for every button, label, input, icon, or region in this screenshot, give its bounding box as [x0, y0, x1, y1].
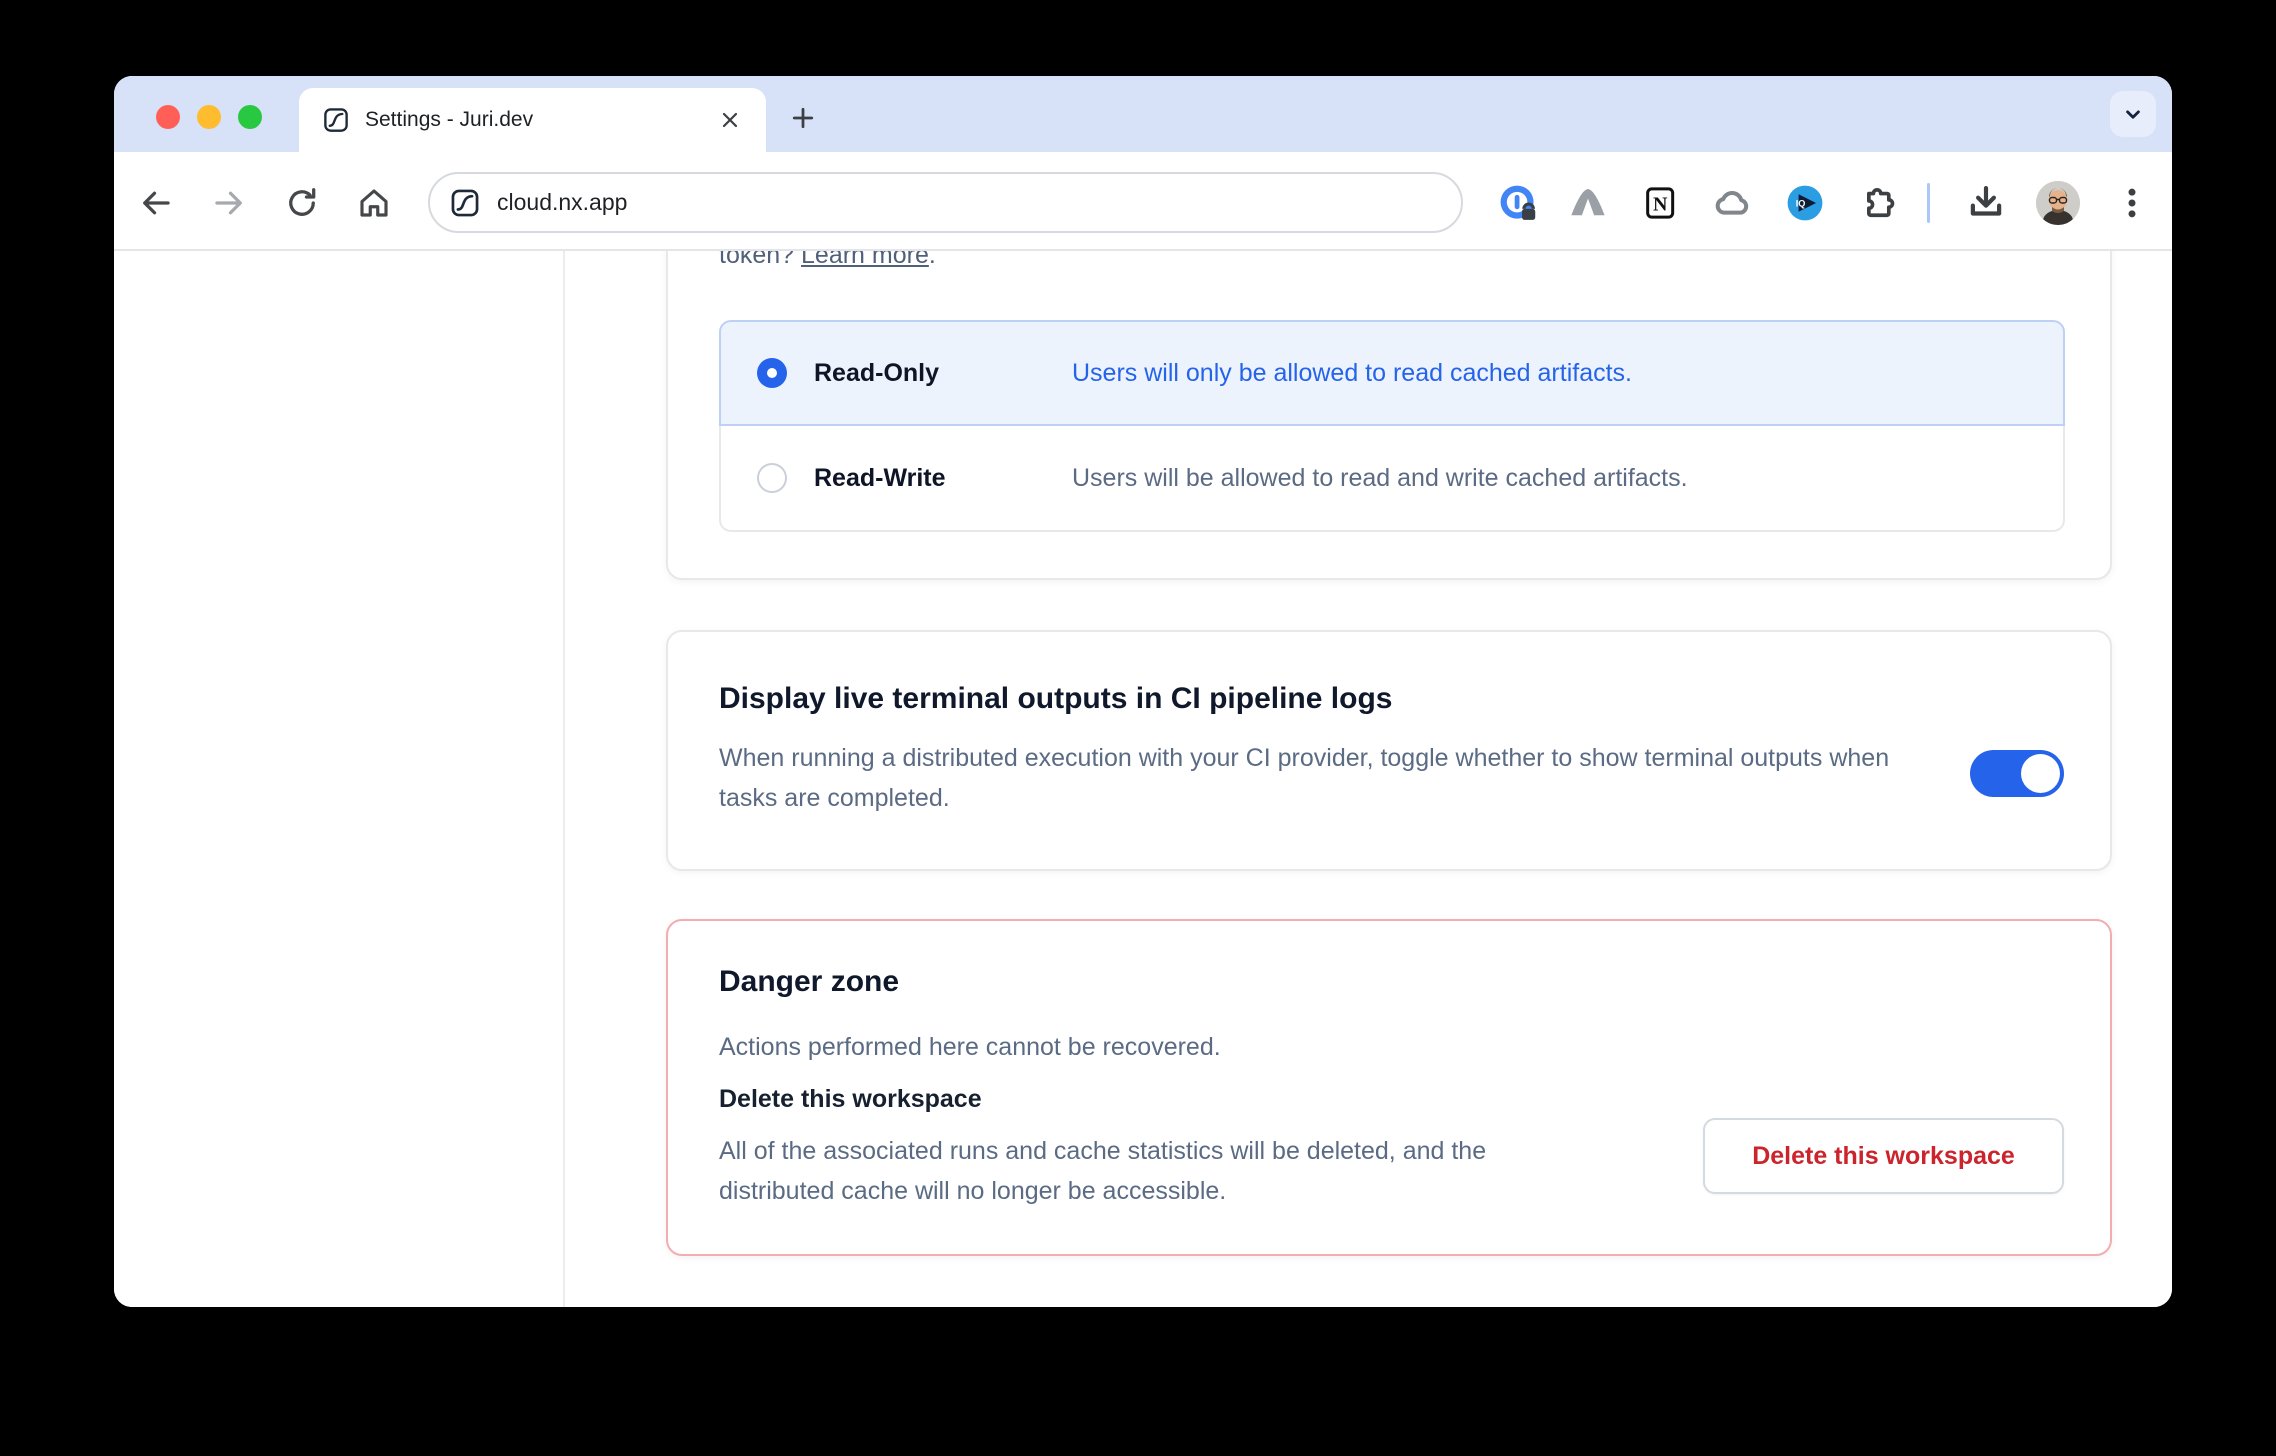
- plus-icon: [788, 103, 818, 133]
- toolbar-divider: [1927, 183, 1930, 223]
- radio-unselected-icon[interactable]: [757, 463, 787, 493]
- close-icon: [718, 108, 742, 132]
- mountain-extension-button[interactable]: [1566, 181, 1610, 225]
- delete-workspace-button[interactable]: Delete this workspace: [1703, 1118, 2064, 1194]
- danger-zone-note: Actions performed here cannot be recover…: [719, 1027, 1221, 1067]
- terminal-outputs-card: Display live terminal outputs in CI pipe…: [666, 630, 2112, 871]
- tab-close-button[interactable]: [714, 104, 746, 136]
- tab-strip: Settings - Juri.dev: [114, 76, 2172, 152]
- terminal-toggle[interactable]: [1970, 750, 2064, 797]
- iq-play-icon: IQ: [1783, 181, 1827, 225]
- reload-icon: [284, 185, 320, 221]
- learn-more-link[interactable]: Learn more: [801, 251, 929, 269]
- onepassword-extension-button[interactable]: [1496, 181, 1540, 225]
- sidebar-divider: [563, 251, 565, 1307]
- svg-text:N: N: [1653, 194, 1668, 216]
- toggle-knob: [2021, 754, 2060, 793]
- download-icon: [1965, 182, 2007, 224]
- delete-workspace-title: Delete this workspace: [719, 1085, 982, 1114]
- home-button[interactable]: [355, 184, 393, 222]
- traffic-light-zoom-button[interactable]: [238, 105, 262, 129]
- access-token-card: token? Learn more. Read-Only Users will …: [666, 251, 2112, 580]
- browser-tab[interactable]: Settings - Juri.dev: [299, 88, 766, 152]
- access-option-read-only[interactable]: Read-Only Users will only be allowed to …: [719, 320, 2065, 426]
- access-options-group: Read-Only Users will only be allowed to …: [719, 320, 2065, 532]
- terminal-card-title: Display live terminal outputs in CI pipe…: [719, 682, 1392, 716]
- cloud-icon: [1711, 182, 1753, 224]
- address-bar[interactable]: cloud.nx.app: [428, 172, 1463, 233]
- token-help-text: token? Learn more.: [719, 251, 936, 270]
- browser-toolbar: cloud.nx.app N: [114, 152, 2172, 251]
- onepassword-lock-icon: [1496, 181, 1540, 225]
- extensions-puzzle-button[interactable]: [1857, 181, 1901, 225]
- avatar-photo: [2036, 181, 2080, 225]
- delete-workspace-description: All of the associated runs and cache sta…: [719, 1131, 1599, 1211]
- mountain-icon: [1567, 182, 1609, 224]
- notion-extension-button[interactable]: N: [1639, 181, 1683, 225]
- access-option-description: Users will be allowed to read and write …: [1072, 464, 1688, 493]
- puzzle-icon: [1858, 182, 1900, 224]
- url-text: cloud.nx.app: [497, 189, 627, 216]
- back-arrow-icon: [138, 185, 174, 221]
- browser-window: Settings - Juri.dev: [114, 76, 2172, 1307]
- access-option-label: Read-Write: [814, 464, 1072, 493]
- kebab-menu-icon: [2112, 183, 2152, 223]
- downloads-button[interactable]: [1964, 181, 2008, 225]
- access-option-read-write[interactable]: Read-Write Users will be allowed to read…: [719, 426, 2065, 532]
- reload-button[interactable]: [283, 184, 321, 222]
- page-content: token? Learn more. Read-Only Users will …: [114, 251, 2172, 1307]
- chevron-down-icon: [2120, 101, 2146, 127]
- forward-arrow-icon: [211, 185, 247, 221]
- profile-avatar[interactable]: [2036, 181, 2080, 225]
- back-button[interactable]: [137, 184, 175, 222]
- danger-zone-card: Danger zone Actions performed here canno…: [666, 919, 2112, 1256]
- cloud-extension-button[interactable]: [1710, 181, 1754, 225]
- tab-title: Settings - Juri.dev: [365, 108, 533, 132]
- iq-player-extension-button[interactable]: IQ: [1783, 181, 1827, 225]
- new-tab-button[interactable]: [780, 95, 826, 141]
- nx-site-icon: [448, 186, 482, 220]
- forward-button[interactable]: [210, 184, 248, 222]
- traffic-light-minimize-button[interactable]: [197, 105, 221, 129]
- traffic-light-close-button[interactable]: [156, 105, 180, 129]
- radio-selected-icon[interactable]: [757, 358, 787, 388]
- tab-search-chevron-button[interactable]: [2110, 91, 2156, 137]
- home-icon: [356, 185, 392, 221]
- notion-icon: N: [1641, 183, 1681, 223]
- terminal-card-description: When running a distributed execution wit…: [719, 738, 1934, 818]
- danger-zone-title: Danger zone: [719, 965, 899, 999]
- nx-favicon-icon: [321, 105, 351, 135]
- svg-text:IQ: IQ: [1796, 198, 1806, 208]
- access-option-description: Users will only be allowed to read cache…: [1072, 359, 1632, 388]
- browser-menu-button[interactable]: [2110, 181, 2154, 225]
- access-option-label: Read-Only: [814, 359, 1072, 388]
